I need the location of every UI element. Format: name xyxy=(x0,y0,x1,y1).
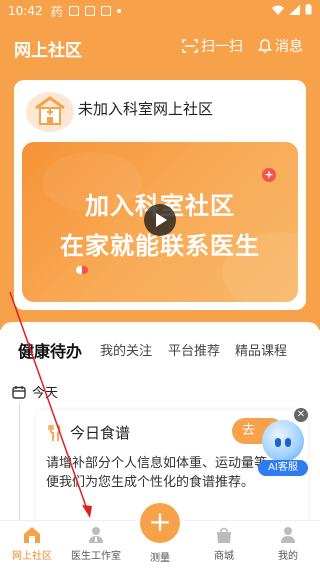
timeline-date-row: 今天 xyxy=(12,382,58,401)
today-label: 今天 xyxy=(32,386,59,401)
scan-icon xyxy=(182,39,198,53)
tab-bar: 健康待办 我的关注 平台推荐 精品课程 xyxy=(0,334,320,366)
nav-label: 商城 xyxy=(214,551,234,562)
ai-service-float[interactable]: ✕ AI客服 xyxy=(258,408,314,480)
hospital-logo-icon xyxy=(26,92,74,132)
medical-cross-icon: + xyxy=(262,168,276,182)
nav-label: 医生工作室 xyxy=(71,551,121,562)
wifi-icon xyxy=(272,5,284,15)
bottom-nav: 网上社区 医生工作室 + 测量 商城 我的 xyxy=(0,503,320,569)
home-icon xyxy=(24,527,40,543)
nav-item-community[interactable]: 网上社区 xyxy=(0,525,64,562)
measure-button[interactable]: + xyxy=(140,503,180,543)
close-icon[interactable]: ✕ xyxy=(294,408,308,422)
shop-icon xyxy=(217,527,231,543)
ai-robot-icon xyxy=(262,420,304,462)
robot-eye xyxy=(285,438,291,447)
signal-icon xyxy=(289,4,300,15)
scan-button[interactable]: 扫一扫 xyxy=(182,36,243,56)
join-community-banner[interactable]: + 加入科室社区 在家就能联系医生 xyxy=(22,142,298,302)
battery-icon xyxy=(305,4,312,15)
message-button[interactable]: 消息 xyxy=(258,36,303,56)
pill-icon xyxy=(76,266,88,274)
task-title: 今日食谱 xyxy=(70,424,131,442)
doctor-icon xyxy=(89,527,103,543)
fork-knife-icon xyxy=(48,423,61,441)
page-title: 网上社区 xyxy=(14,41,82,61)
nav-item-doctor-studio[interactable]: 医生工作室 xyxy=(64,525,128,562)
ai-service-label: AI客服 xyxy=(258,460,308,476)
status-time: 10:42 xyxy=(8,4,43,18)
app-header: 网上社区 扫一扫 消息 xyxy=(0,32,320,62)
scan-label: 扫一扫 xyxy=(201,39,243,55)
user-icon xyxy=(281,527,295,543)
notification-dot-icon xyxy=(116,9,121,13)
status-bar: 10:42 药 xyxy=(0,0,320,22)
timeline-line xyxy=(19,402,20,522)
task-header: 今日食谱 xyxy=(48,422,130,443)
tab-platform-recommend[interactable]: 平台推荐 xyxy=(168,340,220,359)
tab-health-todo[interactable]: 健康待办 xyxy=(18,338,82,362)
robot-eye xyxy=(275,438,281,447)
tab-my-follows[interactable]: 我的关注 xyxy=(100,340,152,359)
nav-item-me[interactable]: 我的 xyxy=(256,525,320,562)
tab-premium-courses[interactable]: 精品课程 xyxy=(235,340,287,359)
status-right xyxy=(272,4,312,15)
nav-label: 网上社区 xyxy=(12,551,52,562)
nav-item-mall[interactable]: 商城 xyxy=(192,525,256,562)
notification-icon xyxy=(84,6,95,16)
notification-icon xyxy=(68,6,79,16)
message-label: 消息 xyxy=(275,39,303,55)
community-status-title: 未加入科室网上社区 xyxy=(78,100,214,118)
community-card[interactable]: 未加入科室网上社区 + 加入科室社区 在家就能联系医生 xyxy=(14,80,306,310)
play-video-button[interactable] xyxy=(144,204,176,236)
bell-icon xyxy=(258,39,272,53)
app-notification-icon: 药 xyxy=(50,4,63,19)
notification-icon xyxy=(100,6,111,16)
nav-label: 我的 xyxy=(278,551,298,562)
calendar-icon xyxy=(12,385,26,399)
measure-label: 测量 xyxy=(150,553,170,564)
